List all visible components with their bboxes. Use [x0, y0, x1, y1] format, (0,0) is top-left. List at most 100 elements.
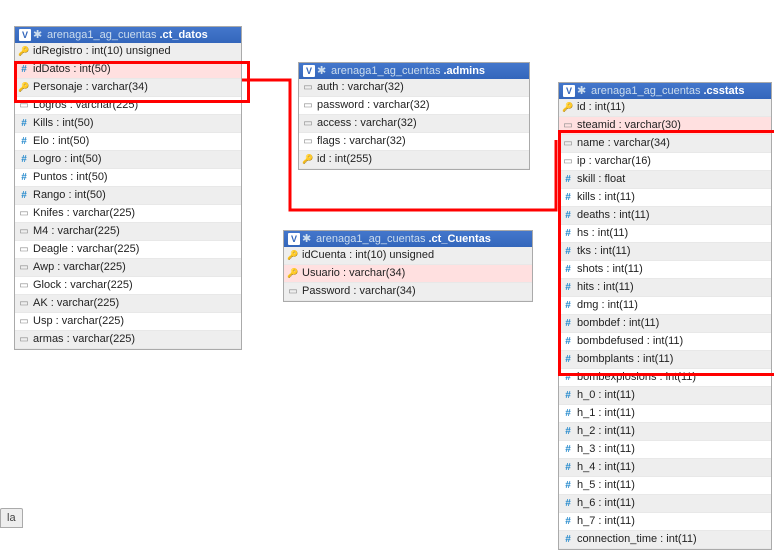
column-row[interactable]: ▭auth : varchar(32) [299, 79, 529, 97]
column-definition: h_2 : int(11) [577, 425, 635, 437]
column-row[interactable]: ▭password : varchar(32) [299, 97, 529, 115]
column-row[interactable]: #kills : int(11) [559, 189, 771, 207]
table-admins[interactable]: V✱arenaga1_ag_cuentas.admins▭auth : varc… [298, 62, 530, 170]
column-row[interactable]: 🔑id : int(11) [559, 99, 771, 117]
column-row[interactable]: ▭Logros : varchar(225) [15, 97, 241, 115]
column-row[interactable]: ▭Glock : varchar(225) [15, 277, 241, 295]
column-definition: bombplants : int(11) [577, 353, 673, 365]
column-definition: id : int(255) [317, 153, 372, 165]
column-row[interactable]: ▭ip : varchar(16) [559, 153, 771, 171]
gear-icon[interactable]: ✱ [317, 66, 327, 76]
column-row[interactable]: #skill : float [559, 171, 771, 189]
column-row[interactable]: #h_5 : int(11) [559, 477, 771, 495]
column-row[interactable]: #bombdef : int(11) [559, 315, 771, 333]
column-row[interactable]: ▭Deagle : varchar(225) [15, 241, 241, 259]
column-row[interactable]: #idDatos : int(50) [15, 61, 241, 79]
text-column-icon: ▭ [18, 99, 30, 112]
column-row[interactable]: #Kills : int(50) [15, 115, 241, 133]
column-definition: idDatos : int(50) [33, 63, 111, 75]
table-name-label: .ct_Cuentas [428, 233, 490, 245]
view-icon: V [19, 29, 31, 41]
column-definition: steamid : varchar(30) [577, 119, 681, 131]
numeric-column-icon: # [562, 479, 574, 492]
column-row[interactable]: #h_2 : int(11) [559, 423, 771, 441]
table-name-label: .ct_datos [159, 29, 207, 41]
column-definition: skill : float [577, 173, 625, 185]
numeric-column-icon: # [18, 135, 30, 148]
numeric-column-icon: # [562, 173, 574, 186]
column-row[interactable]: ▭Usp : varchar(225) [15, 313, 241, 331]
numeric-column-icon: # [562, 227, 574, 240]
column-row[interactable]: #h_4 : int(11) [559, 459, 771, 477]
column-definition: Awp : varchar(225) [33, 261, 126, 273]
table-header[interactable]: V✱arenaga1_ag_cuentas.csstats [559, 83, 771, 99]
column-row[interactable]: #dmg : int(11) [559, 297, 771, 315]
table-ct_cuentas[interactable]: V✱arenaga1_ag_cuentas.ct_Cuentas🔑idCuent… [283, 230, 533, 302]
column-row[interactable]: 🔑idCuenta : int(10) unsigned [284, 247, 532, 265]
column-row[interactable]: ▭Knifes : varchar(225) [15, 205, 241, 223]
column-row[interactable]: #Logro : int(50) [15, 151, 241, 169]
text-column-icon: ▭ [302, 117, 314, 130]
text-column-icon: ▭ [18, 333, 30, 346]
column-row[interactable]: 🔑Usuario : varchar(34) [284, 265, 532, 283]
column-row[interactable]: #h_6 : int(11) [559, 495, 771, 513]
column-definition: access : varchar(32) [317, 117, 417, 129]
column-row[interactable]: ▭name : varchar(34) [559, 135, 771, 153]
table-ct_datos[interactable]: V✱arenaga1_ag_cuentas.ct_datos🔑idRegistr… [14, 26, 242, 350]
column-row[interactable]: #deaths : int(11) [559, 207, 771, 225]
numeric-column-icon: # [562, 281, 574, 294]
column-row[interactable]: 🔑idRegistro : int(10) unsigned [15, 43, 241, 61]
column-definition: kills : int(11) [577, 191, 635, 203]
column-row[interactable]: #bombexplosions : int(11) [559, 369, 771, 387]
text-column-icon: ▭ [18, 207, 30, 220]
column-row[interactable]: #h_3 : int(11) [559, 441, 771, 459]
column-row[interactable]: #Rango : int(50) [15, 187, 241, 205]
table-header[interactable]: V✱arenaga1_ag_cuentas.ct_Cuentas [284, 231, 532, 247]
column-row[interactable]: ▭access : varchar(32) [299, 115, 529, 133]
table-csstats[interactable]: V✱arenaga1_ag_cuentas.csstats🔑id : int(1… [558, 82, 772, 550]
text-column-icon: ▭ [562, 119, 574, 132]
db-name-label: arenaga1_ag_cuentas [316, 233, 425, 245]
gear-icon[interactable]: ✱ [302, 234, 312, 244]
db-name-label: arenaga1_ag_cuentas [331, 65, 440, 77]
column-row[interactable]: #shots : int(11) [559, 261, 771, 279]
primary-key-icon: 🔑 [287, 249, 299, 262]
gear-icon[interactable]: ✱ [33, 30, 43, 40]
column-row[interactable]: #connection_time : int(11) [559, 531, 771, 549]
table-header[interactable]: V✱arenaga1_ag_cuentas.admins [299, 63, 529, 79]
column-definition: h_3 : int(11) [577, 443, 635, 455]
numeric-column-icon: # [18, 63, 30, 76]
gear-icon[interactable]: ✱ [577, 86, 587, 96]
column-row[interactable]: ▭steamid : varchar(30) [559, 117, 771, 135]
column-row[interactable]: #hits : int(11) [559, 279, 771, 297]
column-row[interactable]: ▭Awp : varchar(225) [15, 259, 241, 277]
column-row[interactable]: #h_0 : int(11) [559, 387, 771, 405]
column-row[interactable]: ▭M4 : varchar(225) [15, 223, 241, 241]
column-row[interactable]: #h_7 : int(11) [559, 513, 771, 531]
column-definition: Logros : varchar(225) [33, 99, 138, 111]
column-row[interactable]: 🔑id : int(255) [299, 151, 529, 169]
text-column-icon: ▭ [18, 261, 30, 274]
column-definition: hits : int(11) [577, 281, 634, 293]
column-row[interactable]: #h_1 : int(11) [559, 405, 771, 423]
table-header[interactable]: V✱arenaga1_ag_cuentas.ct_datos [15, 27, 241, 43]
column-row[interactable]: ▭armas : varchar(225) [15, 331, 241, 349]
column-definition: idCuenta : int(10) unsigned [302, 249, 434, 261]
text-column-icon: ▭ [18, 279, 30, 292]
bottom-tab-stub[interactable]: la [0, 508, 23, 528]
column-row[interactable]: ▭flags : varchar(32) [299, 133, 529, 151]
numeric-column-icon: # [562, 371, 574, 384]
column-row[interactable]: 🔑Personaje : varchar(34) [15, 79, 241, 97]
column-row[interactable]: #bombplants : int(11) [559, 351, 771, 369]
column-row[interactable]: #tks : int(11) [559, 243, 771, 261]
column-row[interactable]: ▭Password : varchar(34) [284, 283, 532, 301]
column-row[interactable]: #Elo : int(50) [15, 133, 241, 151]
column-row[interactable]: #bombdefused : int(11) [559, 333, 771, 351]
column-definition: Password : varchar(34) [302, 285, 416, 297]
column-definition: h_5 : int(11) [577, 479, 635, 491]
column-row[interactable]: #hs : int(11) [559, 225, 771, 243]
column-definition: idRegistro : int(10) unsigned [33, 45, 171, 57]
column-row[interactable]: #Puntos : int(50) [15, 169, 241, 187]
numeric-column-icon: # [18, 189, 30, 202]
column-row[interactable]: ▭AK : varchar(225) [15, 295, 241, 313]
